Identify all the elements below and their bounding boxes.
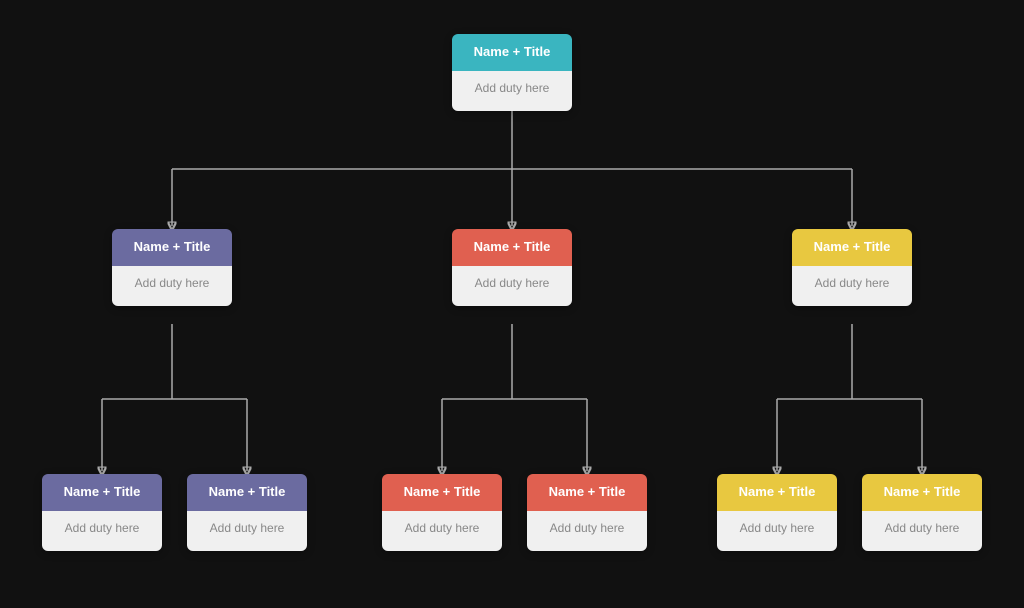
node-mid-center-label: Name + Title	[474, 239, 551, 254]
node-bot-right-2[interactable]: Name + Title Add duty here	[862, 474, 982, 551]
node-root-duty: Add duty here	[475, 81, 550, 95]
node-mid-left-header: Name + Title	[112, 229, 232, 266]
node-bot-center-2[interactable]: Name + Title Add duty here	[527, 474, 647, 551]
node-bot-center-2-label: Name + Title	[549, 484, 626, 499]
node-bot-left-1-body: Add duty here	[42, 511, 162, 551]
node-bot-left-1[interactable]: Name + Title Add duty here	[42, 474, 162, 551]
node-bot-center-1-label: Name + Title	[404, 484, 481, 499]
node-mid-right-header: Name + Title	[792, 229, 912, 266]
node-mid-right[interactable]: Name + Title Add duty here	[792, 229, 912, 306]
node-bot-center-2-header: Name + Title	[527, 474, 647, 511]
node-bot-left-2-header: Name + Title	[187, 474, 307, 511]
node-bot-right-2-body: Add duty here	[862, 511, 982, 551]
node-bot-center-2-duty: Add duty here	[550, 521, 625, 535]
node-bot-left-2[interactable]: Name + Title Add duty here	[187, 474, 307, 551]
node-mid-right-duty: Add duty here	[815, 276, 890, 290]
node-root-label: Name + Title	[474, 44, 551, 59]
node-root-body: Add duty here	[452, 71, 572, 111]
node-bot-left-2-duty: Add duty here	[210, 521, 285, 535]
node-bot-right-1-label: Name + Title	[739, 484, 816, 499]
node-mid-left[interactable]: Name + Title Add duty here	[112, 229, 232, 306]
node-bot-center-1-duty: Add duty here	[405, 521, 480, 535]
org-chart: Name + Title Add duty here Name + Title …	[22, 14, 1002, 594]
node-mid-center-body: Add duty here	[452, 266, 572, 306]
node-bot-left-1-label: Name + Title	[64, 484, 141, 499]
node-bot-center-2-body: Add duty here	[527, 511, 647, 551]
node-mid-center[interactable]: Name + Title Add duty here	[452, 229, 572, 306]
node-bot-right-2-label: Name + Title	[884, 484, 961, 499]
node-bot-center-1[interactable]: Name + Title Add duty here	[382, 474, 502, 551]
node-mid-left-label: Name + Title	[134, 239, 211, 254]
node-mid-center-duty: Add duty here	[475, 276, 550, 290]
node-bot-left-1-header: Name + Title	[42, 474, 162, 511]
node-bot-right-2-duty: Add duty here	[885, 521, 960, 535]
node-bot-center-1-header: Name + Title	[382, 474, 502, 511]
node-mid-left-body: Add duty here	[112, 266, 232, 306]
node-root-header: Name + Title	[452, 34, 572, 71]
node-mid-right-label: Name + Title	[814, 239, 891, 254]
node-bot-right-1[interactable]: Name + Title Add duty here	[717, 474, 837, 551]
node-mid-left-duty: Add duty here	[135, 276, 210, 290]
node-bot-right-2-header: Name + Title	[862, 474, 982, 511]
node-bot-left-2-label: Name + Title	[209, 484, 286, 499]
node-bot-left-1-duty: Add duty here	[65, 521, 140, 535]
node-mid-right-body: Add duty here	[792, 266, 912, 306]
node-bot-left-2-body: Add duty here	[187, 511, 307, 551]
node-bot-center-1-body: Add duty here	[382, 511, 502, 551]
node-bot-right-1-duty: Add duty here	[740, 521, 815, 535]
node-root[interactable]: Name + Title Add duty here	[452, 34, 572, 111]
node-bot-right-1-body: Add duty here	[717, 511, 837, 551]
node-mid-center-header: Name + Title	[452, 229, 572, 266]
node-bot-right-1-header: Name + Title	[717, 474, 837, 511]
